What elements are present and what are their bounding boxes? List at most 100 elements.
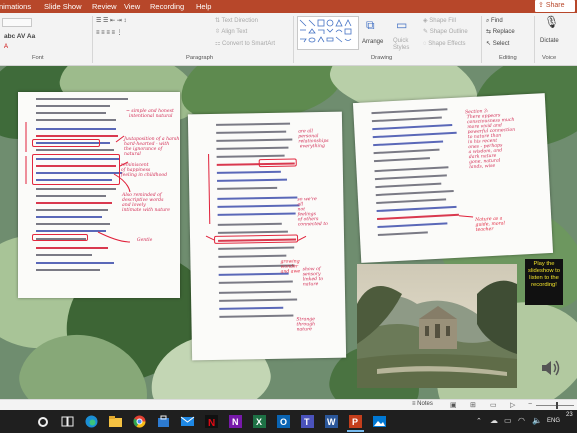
powerpoint-icon[interactable]: P — [348, 414, 363, 429]
teams-icon[interactable]: T — [300, 414, 315, 429]
onedrive-icon[interactable]: ☁ — [490, 416, 498, 425]
shapes-icon — [299, 19, 352, 43]
shape-effects-label: Shape Effects — [428, 41, 466, 47]
align-buttons[interactable]: ≡ ≡ ≡ ≡ ⋮ — [96, 29, 123, 37]
text-direction-label: Text Direction — [221, 18, 258, 24]
share-button[interactable]: ⇪ Share — [535, 0, 575, 12]
ribbon-tab-bar: Animations Slide Show Review View Record… — [0, 0, 577, 13]
notes-button[interactable]: ≡ Notes — [412, 401, 433, 407]
netflix-icon[interactable]: N — [204, 414, 219, 429]
zoom-slider-thumb[interactable] — [556, 402, 558, 409]
poem-page-left: ~ simple and honest intentional natural … — [18, 92, 180, 298]
reading-view-icon[interactable]: ▭ — [490, 401, 497, 409]
editing-group-label: Editing — [499, 55, 517, 61]
battery-icon[interactable]: ▭ — [504, 416, 512, 425]
status-bar: ≡ Notes ▣ ⊞ ▭ ▷ − — [0, 399, 577, 410]
mail-icon[interactable] — [180, 414, 195, 429]
word-icon[interactable]: W — [324, 414, 339, 429]
chrome-icon[interactable] — [132, 414, 147, 429]
text-direction-icon: ⇅ — [215, 18, 222, 24]
ribbon: abc AV Aa A Font ☰ ☰ ⇤ ⇥ ↕ ≡ ≡ ≡ ≡ ⋮ ⇅ T… — [0, 13, 577, 66]
font-group-label: Font — [32, 55, 44, 61]
text-direction-button[interactable]: ⇅ Text Direction — [215, 17, 258, 25]
select-button[interactable]: ↖ Select — [486, 40, 509, 48]
pen-icon: ✎ — [423, 29, 430, 35]
replace-icon: ⇆ — [486, 29, 493, 35]
wifi-icon[interactable]: ◠ — [518, 416, 525, 425]
edge-icon[interactable] — [84, 414, 99, 429]
play-slideshow-note: Play the slideshow to listen to the reco… — [525, 259, 563, 305]
find-button[interactable]: ⌕ Find — [486, 17, 503, 25]
font-size-box[interactable] — [2, 18, 32, 27]
arrange-icon: ⧉ — [366, 18, 375, 32]
cortana-icon[interactable] — [38, 417, 48, 427]
svg-text:O: O — [280, 417, 287, 427]
volume-icon[interactable]: 🔈 — [532, 416, 542, 425]
tab-animations[interactable]: Animations — [0, 1, 31, 12]
store-icon[interactable] — [156, 414, 171, 429]
convert-smartart-label: Convert to SmartArt — [222, 41, 276, 47]
quick-styles-button[interactable]: Quick Styles — [393, 38, 419, 52]
smartart-icon: ⚏ — [215, 41, 223, 47]
replace-label: Replace — [492, 29, 515, 35]
tab-help[interactable]: Help — [196, 1, 211, 12]
arrange-button[interactable]: Arrange — [362, 38, 383, 46]
annotation-arrows — [458, 215, 474, 218]
shape-fill-button[interactable]: ◈ Shape Fill — [423, 17, 456, 25]
dictate-button[interactable]: Dictate — [540, 37, 559, 45]
shape-outline-label: Shape Outline — [429, 29, 468, 35]
tab-review[interactable]: Review — [92, 1, 117, 12]
align-text-button[interactable]: ⇳ Align Text — [215, 28, 247, 36]
excel-icon[interactable]: X — [252, 414, 267, 429]
ribbon-separator — [92, 16, 93, 63]
landscape-image — [357, 264, 517, 388]
share-icon: ⇪ — [538, 2, 546, 9]
photos-icon[interactable] — [372, 414, 387, 429]
align-text-label: Align Text — [221, 29, 248, 35]
cursor-icon: ↖ — [486, 41, 493, 47]
convert-smartart-button[interactable]: ⚏ Convert to SmartArt — [215, 40, 275, 48]
svg-text:N: N — [208, 418, 215, 429]
replace-button[interactable]: ⇆ Replace — [486, 28, 515, 36]
font-color-button[interactable]: A — [4, 43, 8, 51]
select-label: Select — [492, 41, 510, 47]
powerpoint-window: Animations Slide Show Review View Record… — [0, 0, 577, 433]
file-explorer-icon[interactable] — [108, 414, 123, 429]
windows-taskbar: N N X O T W P ⌃ ☁ ▭ ◠ 🔈 ENG 23 — [0, 410, 577, 433]
ribbon-separator — [293, 16, 294, 63]
annotation-arrows — [205, 153, 307, 241]
bullets-button[interactable]: ☰ ☰ ⇤ ⇥ ↕ — [96, 17, 126, 25]
tab-slide-show[interactable]: Slide Show — [44, 1, 82, 12]
tray-chevron-icon[interactable]: ⌃ — [476, 417, 482, 425]
onenote-icon[interactable]: N — [228, 414, 243, 429]
annotation-arrows — [25, 122, 131, 243]
microphone-icon: 🎙 — [544, 15, 560, 29]
quick-styles-icon: ▭ — [396, 18, 408, 32]
tab-view[interactable]: View — [124, 1, 140, 12]
drawing-group-label: Drawing — [371, 55, 393, 61]
clock[interactable]: 23 — [566, 412, 573, 418]
shapes-gallery[interactable] — [297, 16, 359, 50]
abbey-painting — [357, 264, 517, 388]
slideshow-icon[interactable]: ▷ — [510, 401, 515, 409]
normal-view-icon[interactable]: ▣ — [450, 401, 457, 409]
font-format-buttons[interactable]: abc AV Aa — [4, 33, 35, 41]
ribbon-separator — [534, 16, 535, 63]
shape-outline-button[interactable]: ✎ Shape Outline — [423, 28, 468, 36]
poem-page-right: Section 3: There appears consciousness m… — [352, 93, 554, 263]
zoom-out-icon[interactable]: − — [528, 401, 532, 408]
svg-text:W: W — [327, 417, 336, 427]
slide-canvas[interactable]: ~ simple and honest intentional natural … — [0, 66, 577, 399]
paragraph-group-label: Paragraph — [186, 55, 214, 61]
task-view-icon[interactable] — [60, 414, 75, 429]
tab-recording[interactable]: Recording — [150, 1, 184, 12]
slide-sorter-icon[interactable]: ⊞ — [470, 401, 476, 409]
shape-effects-button[interactable]: ◌ Shape Effects — [423, 40, 465, 48]
share-label: Share — [545, 2, 565, 9]
audio-speaker-icon[interactable] — [540, 358, 562, 378]
outlook-icon[interactable]: O — [276, 414, 291, 429]
svg-text:P: P — [352, 417, 358, 427]
svg-text:X: X — [256, 417, 262, 427]
zoom-slider[interactable] — [536, 405, 574, 406]
language-indicator[interactable]: ENG — [547, 418, 560, 424]
